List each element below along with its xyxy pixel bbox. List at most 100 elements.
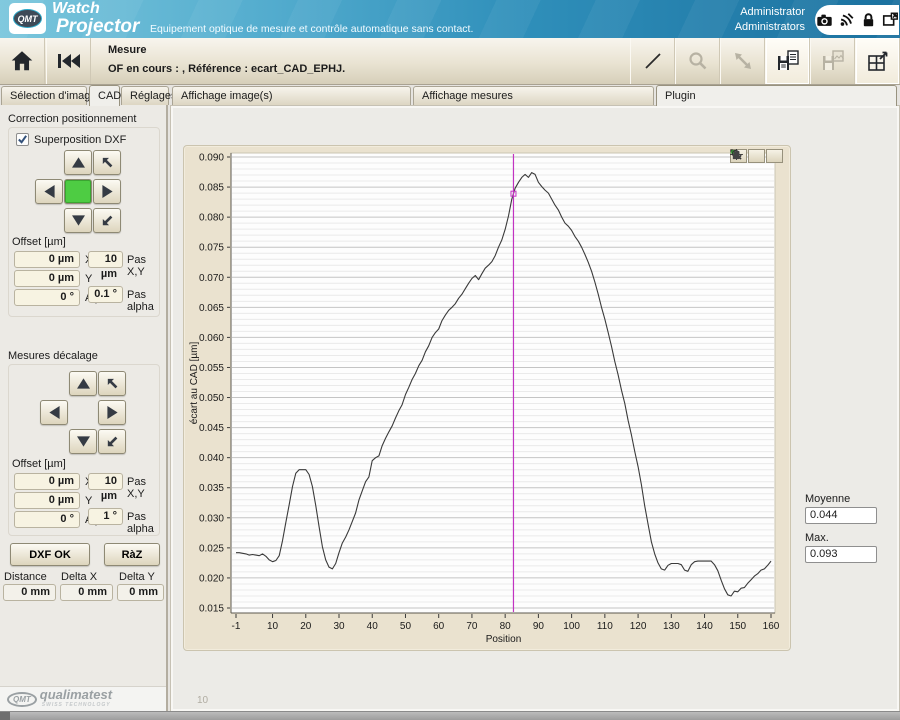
- tab-affichage-mesures[interactable]: Affichage mesures: [413, 86, 654, 105]
- mes-move-right-button[interactable]: [98, 400, 126, 425]
- svg-text:140: 140: [696, 621, 713, 632]
- mes-offset-x-field[interactable]: 0 µm: [14, 473, 80, 490]
- tab-label: Affichage mesures: [422, 90, 513, 102]
- pan-hand-icon[interactable]: [766, 149, 783, 163]
- lock-icon[interactable]: [859, 11, 878, 29]
- dxf-ok-button[interactable]: DXF OK: [10, 543, 90, 566]
- wireless-icon[interactable]: [837, 11, 856, 29]
- svg-text:écart au CAD [µm]: écart au CAD [µm]: [189, 342, 200, 425]
- back-to-start-button[interactable]: [46, 38, 91, 84]
- save-report-icon: [775, 48, 801, 74]
- search-icon: [686, 49, 710, 73]
- offset-y-field[interactable]: 0 µm: [14, 270, 80, 287]
- mesures-group-title: Mesures décalage: [8, 350, 98, 362]
- resize-window-icon[interactable]: [881, 11, 900, 29]
- rewind-icon: [55, 49, 83, 73]
- svg-text:0.080: 0.080: [199, 213, 224, 224]
- arrow-up-left-icon: [105, 376, 120, 391]
- mes-move-down-button[interactable]: [69, 429, 97, 454]
- deviation-chart[interactable]: 0.0150.0200.0250.0300.0350.0400.0450.050…: [184, 146, 790, 650]
- mes-offset-alpha-field[interactable]: 0 °: [14, 511, 80, 528]
- status-grip: [0, 712, 10, 720]
- layout-grid-button[interactable]: [855, 38, 900, 84]
- svg-text:130: 130: [663, 621, 680, 632]
- mes-pas-alpha-field[interactable]: 1 °: [88, 508, 123, 525]
- qmt-logo: QMT: [9, 3, 46, 34]
- tab-reglages[interactable]: Réglages: [121, 86, 169, 105]
- move-down-left-button[interactable]: [93, 208, 121, 233]
- tab-cad[interactable]: CAD: [89, 85, 120, 106]
- camera-icon[interactable]: [815, 11, 834, 29]
- zoom-tool-icon[interactable]: [748, 149, 765, 163]
- move-left-button[interactable]: [35, 179, 63, 204]
- mes-move-up-button[interactable]: [69, 371, 97, 396]
- svg-text:50: 50: [400, 621, 412, 632]
- mes-pas-alpha-label: Pas alpha: [127, 511, 166, 535]
- pas-alpha-field[interactable]: 0.1 °: [88, 286, 123, 303]
- svg-text:110: 110: [597, 621, 613, 632]
- fit-view-button[interactable]: [720, 38, 765, 84]
- cad-panel: Correction positionnement Superposition …: [0, 105, 168, 712]
- app-title-line1: Watch: [52, 1, 139, 17]
- move-up-button[interactable]: [64, 150, 92, 175]
- svg-text:0.055: 0.055: [199, 363, 224, 374]
- tab-plugin[interactable]: Plugin: [656, 85, 897, 106]
- delta-x-field: 0 mm: [60, 584, 113, 601]
- move-down-button[interactable]: [64, 208, 92, 233]
- search-button[interactable]: [675, 38, 720, 84]
- app-header: QMT Watch Projector Equipement optique d…: [0, 0, 900, 38]
- arrow-right-icon: [106, 405, 119, 420]
- center-indicator-button[interactable]: [64, 179, 92, 204]
- svg-text:0.090: 0.090: [199, 153, 224, 164]
- arrow-up-icon: [71, 156, 86, 169]
- status-bar: [0, 711, 900, 720]
- svg-text:150: 150: [729, 621, 746, 632]
- mes-move-down-left-button[interactable]: [98, 429, 126, 454]
- svg-text:40: 40: [367, 621, 379, 632]
- mes-move-left-button[interactable]: [40, 400, 68, 425]
- move-up-left-button[interactable]: [93, 150, 121, 175]
- arrow-left-icon: [48, 405, 61, 420]
- layout-grid-icon: [865, 48, 891, 74]
- tab-bar: Sélection d'image CAD Réglages Affichage…: [0, 85, 900, 105]
- tab-label: Plugin: [665, 90, 696, 102]
- checkbox-label: Superposition DXF: [34, 134, 126, 146]
- save-report-button[interactable]: [765, 38, 810, 84]
- mes-pas-xy-label: Pas X,Y: [127, 476, 166, 500]
- offset-x-field[interactable]: 0 µm: [14, 251, 80, 268]
- delta-x-label: Delta X: [61, 571, 97, 583]
- pas-alpha-label: Pas alpha: [127, 289, 166, 313]
- mes-move-up-left-button[interactable]: [98, 371, 126, 396]
- toolbar-title-block: Mesure OF en cours : , Référence : ecart…: [108, 44, 345, 75]
- distance-field: 0 mm: [3, 584, 56, 601]
- window-controls: [815, 5, 899, 35]
- svg-text:20: 20: [300, 621, 312, 632]
- mes-pas-xy-field[interactable]: 10 µm: [88, 473, 123, 490]
- svg-text:90: 90: [533, 621, 545, 632]
- pas-xy-field[interactable]: 10 µm: [88, 251, 123, 268]
- superposition-dxf-checkbox[interactable]: Superposition DXF: [16, 133, 126, 146]
- chart-toolbar: [730, 149, 783, 164]
- mes-offset-y-field[interactable]: 0 µm: [14, 492, 80, 509]
- app-title-line2: Projector: [56, 17, 139, 36]
- arrow-up-left-icon: [100, 155, 115, 170]
- home-button[interactable]: [0, 38, 45, 84]
- save-image-button[interactable]: [810, 38, 855, 84]
- plugin-page: 0.0150.0200.0250.0300.0350.0400.0450.050…: [170, 105, 900, 712]
- tab-label: Réglages: [130, 90, 176, 102]
- line-tool-button[interactable]: [630, 38, 675, 84]
- arrow-right-icon: [101, 184, 114, 199]
- tab-affichage-images[interactable]: Affichage image(s): [172, 86, 411, 105]
- raz-button[interactable]: RàZ: [104, 543, 160, 566]
- tab-selection-image[interactable]: Sélection d'image: [1, 86, 87, 105]
- delta-y-field: 0 mm: [117, 584, 164, 601]
- svg-text:-1: -1: [232, 621, 241, 632]
- arrow-down-left-icon: [105, 434, 120, 449]
- move-right-button[interactable]: [93, 179, 121, 204]
- app-tagline: Equipement optique de mesure et contrôle…: [150, 23, 473, 35]
- arrow-left-icon: [43, 184, 56, 199]
- offset-alpha-field[interactable]: 0 °: [14, 289, 80, 306]
- moyenne-label: Moyenne: [805, 493, 885, 505]
- tab-label: Affichage image(s): [181, 90, 273, 102]
- correction-group-title: Correction positionnement: [8, 113, 136, 125]
